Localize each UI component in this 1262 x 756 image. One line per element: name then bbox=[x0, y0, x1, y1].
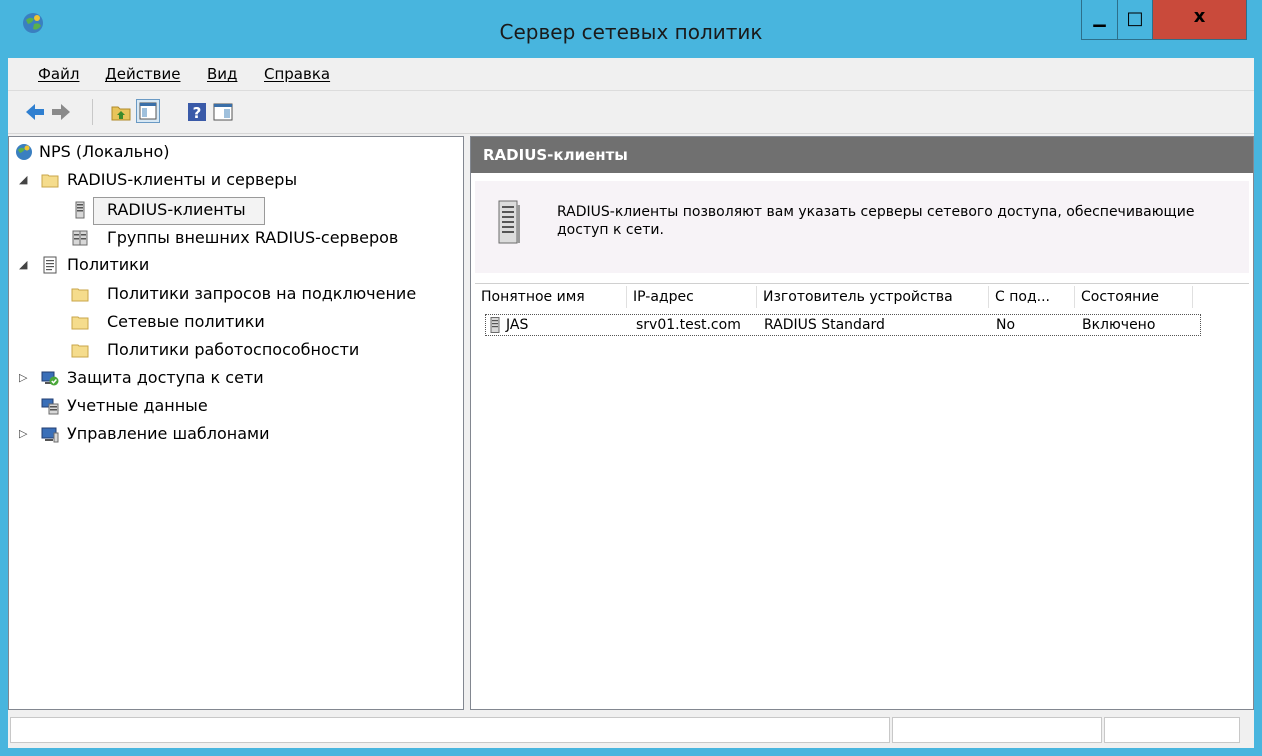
tree-item-network-access-protection[interactable]: Защита доступа к сети bbox=[41, 367, 361, 391]
tree-item-health-policies[interactable]: Политики работоспособности bbox=[71, 339, 411, 363]
close-icon: x bbox=[1193, 6, 1206, 27]
description-area: RADIUS-клиенты позволяют вам указать сер… bbox=[475, 181, 1249, 273]
server-group-icon bbox=[72, 230, 88, 246]
tree-label: NPS (Локально) bbox=[39, 142, 170, 161]
folder-icon bbox=[71, 288, 89, 302]
details-pane: RADIUS-клиенты RADIUS-клиенты позволяют … bbox=[470, 136, 1254, 710]
window-title: Сервер сетевых политик bbox=[499, 20, 763, 44]
maximize-button[interactable]: □ bbox=[1117, 0, 1153, 40]
tree-item-remote-radius-groups[interactable]: Группы внешних RADIUS-серверов bbox=[71, 227, 451, 251]
description-text: RADIUS-клиенты позволяют вам указать сер… bbox=[557, 204, 1195, 238]
tree-label: RADIUS-клиенты bbox=[107, 200, 246, 219]
column-header-device-vendor[interactable]: Изготовитель устройства bbox=[757, 286, 989, 308]
console-tree: NPS (Локально) ◢ RADIUS-клиенты и сервер… bbox=[8, 136, 464, 710]
status-segment bbox=[1104, 717, 1240, 743]
menu-action[interactable]: Действие bbox=[105, 65, 181, 83]
menu-file[interactable]: Файл bbox=[38, 65, 79, 83]
details-title: RADIUS-клиенты bbox=[483, 146, 628, 164]
toolbar: ? bbox=[8, 91, 1254, 134]
column-header-friendly-name[interactable]: Понятное имя bbox=[475, 286, 627, 308]
folder-icon bbox=[41, 174, 59, 188]
title-bar[interactable]: Сервер сетевых политик ▁ □ x bbox=[0, 0, 1262, 58]
tree-label: RADIUS-клиенты и серверы bbox=[67, 170, 298, 189]
tree-label: Политики bbox=[67, 255, 150, 274]
collapse-arrow-icon[interactable]: ◢ bbox=[19, 258, 27, 271]
tree-item-nps-root[interactable]: NPS (Локально) bbox=[15, 141, 315, 165]
tree-item-policies[interactable]: Политики bbox=[41, 254, 341, 278]
app-window: Сервер сетевых политик ▁ □ x Файл Действ… bbox=[0, 0, 1262, 756]
up-folder-icon[interactable] bbox=[110, 101, 132, 123]
expand-arrow-icon[interactable]: ▷ bbox=[19, 371, 27, 384]
menu-bar: Файл Действие Вид Справка bbox=[8, 58, 1254, 91]
tree-label: Защита доступа к сети bbox=[67, 368, 264, 387]
status-segment bbox=[10, 717, 890, 743]
accounting-icon bbox=[41, 398, 59, 415]
cell-nap-capable: No bbox=[996, 317, 1016, 333]
cell-ip-address: srv01.test.com bbox=[636, 317, 741, 333]
column-header-status[interactable]: Состояние bbox=[1075, 286, 1193, 308]
tree-item-connection-request-policies[interactable]: Политики запросов на подключение bbox=[71, 283, 461, 307]
client-area: Файл Действие Вид Справка ? NPS (Локальн… bbox=[8, 58, 1254, 748]
forward-arrow-icon[interactable] bbox=[50, 101, 72, 123]
tree-item-accounting[interactable]: Учетные данные bbox=[41, 395, 341, 419]
tree-label: Политики работоспособности bbox=[107, 340, 360, 359]
cell-status: Включено bbox=[1082, 317, 1156, 333]
server-icon bbox=[490, 317, 500, 333]
tree-label: Сетевые политики bbox=[107, 312, 265, 331]
show-hide-tree-icon[interactable] bbox=[136, 99, 160, 123]
maximize-icon: □ bbox=[1126, 8, 1144, 29]
templates-icon bbox=[41, 427, 59, 443]
tree-item-radius-clients-servers[interactable]: RADIUS-клиенты и серверы bbox=[41, 169, 361, 193]
folder-icon bbox=[71, 344, 89, 358]
tree-label: Учетные данные bbox=[67, 396, 208, 415]
minimize-icon: ▁ bbox=[1093, 8, 1106, 27]
close-button[interactable]: x bbox=[1153, 0, 1247, 40]
radius-clients-list[interactable]: Понятное имя IP-адрес Изготовитель устро… bbox=[475, 283, 1249, 704]
column-header-nap-capable[interactable]: С под... bbox=[989, 286, 1075, 308]
tree-label: Политики запросов на подключение bbox=[107, 284, 417, 303]
tree-item-network-policies[interactable]: Сетевые политики bbox=[71, 311, 371, 335]
cell-device-vendor: RADIUS Standard bbox=[764, 317, 885, 333]
action-pane-icon[interactable] bbox=[212, 101, 234, 123]
status-segment bbox=[892, 717, 1102, 743]
network-protection-icon bbox=[41, 371, 59, 386]
back-arrow-icon[interactable] bbox=[24, 101, 46, 123]
globe-icon bbox=[16, 144, 32, 160]
server-icon bbox=[498, 200, 520, 244]
details-header: RADIUS-клиенты bbox=[471, 137, 1253, 173]
toolbar-separator bbox=[92, 99, 93, 125]
help-icon[interactable]: ? bbox=[186, 101, 208, 123]
tree-label: Группы внешних RADIUS-серверов bbox=[107, 228, 399, 247]
tree-item-radius-clients[interactable]: RADIUS-клиенты bbox=[71, 199, 371, 223]
policy-icon bbox=[43, 256, 57, 274]
column-header-ip-address[interactable]: IP-адрес bbox=[627, 286, 757, 308]
server-icon bbox=[75, 201, 85, 219]
folder-icon bbox=[71, 316, 89, 330]
status-bar bbox=[8, 714, 1254, 748]
menu-view[interactable]: Вид bbox=[207, 65, 237, 83]
expand-arrow-icon[interactable]: ▷ bbox=[19, 427, 27, 440]
menu-help[interactable]: Справка bbox=[264, 65, 330, 83]
collapse-arrow-icon[interactable]: ◢ bbox=[19, 173, 27, 186]
minimize-button[interactable]: ▁ bbox=[1081, 0, 1117, 40]
cell-friendly-name: JAS bbox=[506, 317, 529, 333]
table-row[interactable]: JAS srv01.test.com RADIUS Standard No Вк… bbox=[485, 314, 1201, 336]
tree-label: Управление шаблонами bbox=[67, 424, 270, 443]
svg-text:?: ? bbox=[193, 104, 202, 122]
tree-item-templates-management[interactable]: Управление шаблонами bbox=[41, 423, 361, 447]
